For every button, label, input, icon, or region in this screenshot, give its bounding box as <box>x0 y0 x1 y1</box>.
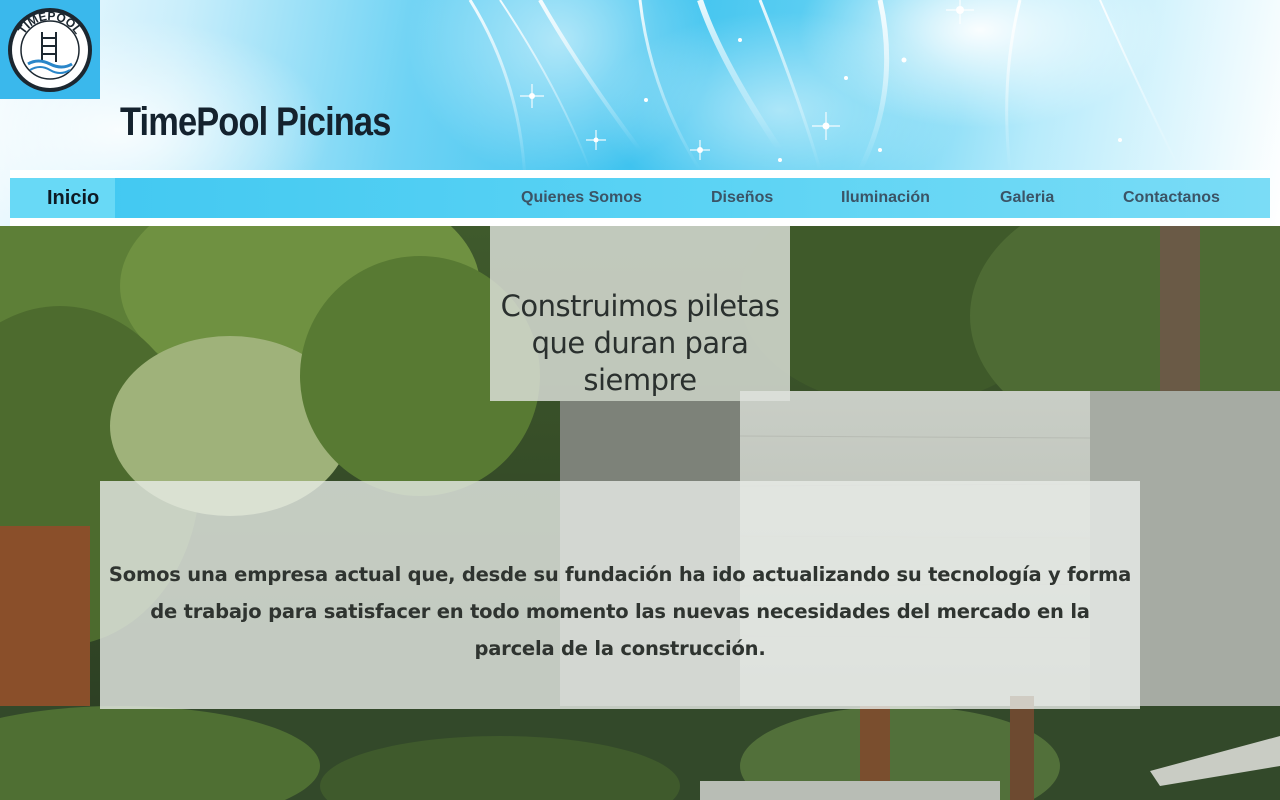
timepool-logo-icon: TIMEPOOL <box>8 7 92 92</box>
nav-item-inicio[interactable]: Inicio <box>10 178 116 218</box>
nav-item-galeria[interactable]: Galeria <box>1000 178 1054 218</box>
nav-item-iluminacion[interactable]: Iluminación <box>841 178 930 218</box>
tagline-panel: Construimos piletas que duran para siemp… <box>490 226 790 401</box>
nav-item-contactanos[interactable]: Contactanos <box>1123 178 1220 218</box>
nav-item-quienes-somos[interactable]: Quienes Somos <box>521 178 642 218</box>
site-title[interactable]: TimePool Picinas <box>120 100 391 145</box>
nav-top-divider <box>10 170 1270 178</box>
hero-tagline: Construimos piletas que duran para siemp… <box>500 289 780 397</box>
site-header: TIMEPOOL TimePool Picinas Inicio Quienes… <box>0 0 1280 226</box>
logo[interactable]: TIMEPOOL <box>0 0 100 99</box>
about-panel: Somos una empresa actual que, desde su f… <box>100 481 1140 709</box>
about-description: Somos una empresa actual que, desde su f… <box>108 563 1132 660</box>
main-navigation: Inicio Quienes Somos Diseños Iluminación… <box>10 178 1270 218</box>
nav-item-disenos[interactable]: Diseños <box>711 178 773 218</box>
nav-bottom-divider <box>10 218 1270 226</box>
